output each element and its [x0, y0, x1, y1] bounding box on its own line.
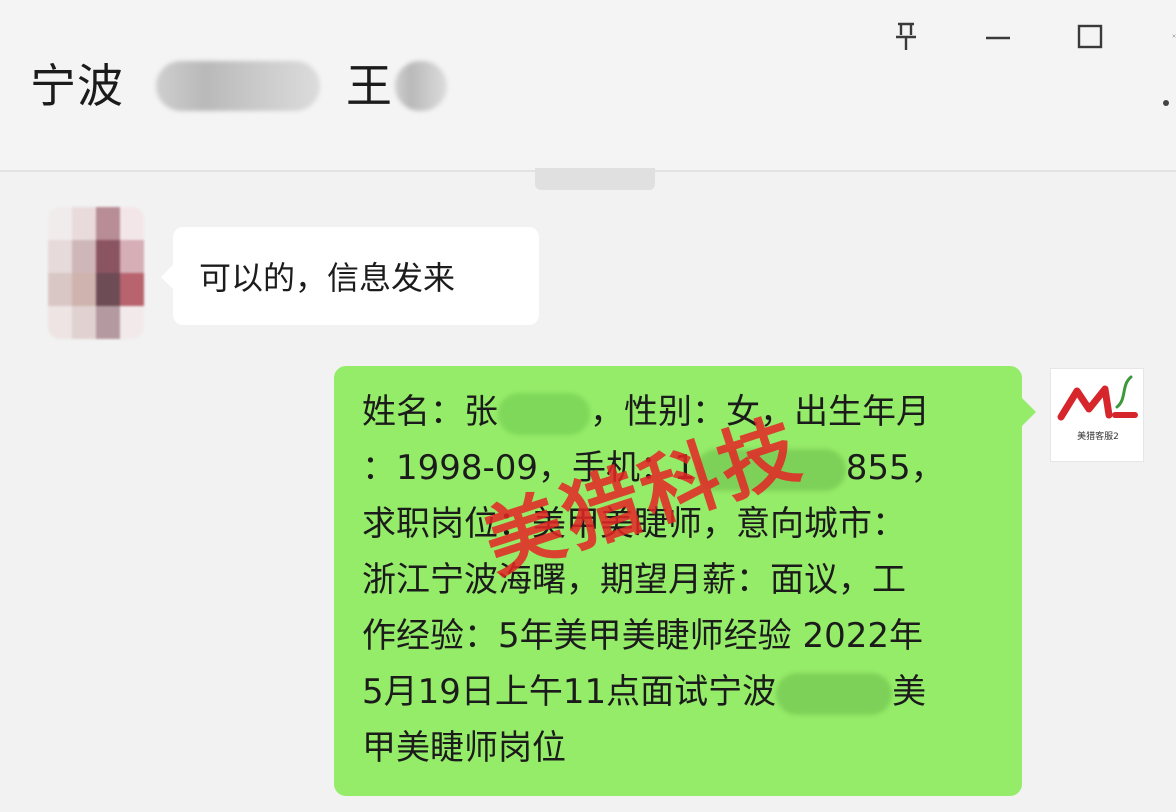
- chat-header: 宁波 王: [0, 0, 1176, 172]
- pin-button[interactable]: [886, 16, 926, 56]
- message-line-4: 浙江宁波海曙，期望月薪：面议，工: [362, 560, 906, 600]
- message-segment: 5月19日上午11点面试宁波: [362, 672, 777, 712]
- message-line-6: 5月19日上午11点面试宁波 美: [362, 664, 994, 720]
- pin-icon: [896, 22, 916, 50]
- message-segment: ，性别：女，出生年月: [590, 392, 930, 432]
- message-segment: ：1998-09，手机：1: [362, 448, 696, 488]
- redacted-phone-block: [695, 448, 846, 491]
- minimize-icon: [986, 36, 1010, 40]
- redacted-company-block: [776, 672, 893, 715]
- maximize-button[interactable]: [1070, 16, 1110, 56]
- close-icon: [1172, 34, 1176, 38]
- more-options-dot[interactable]: [1163, 100, 1169, 106]
- incoming-message-bubble[interactable]: 可以的，信息发来: [161, 227, 539, 325]
- user-avatar[interactable]: 美猎客服2: [1050, 368, 1144, 462]
- redacted-name-block: [156, 61, 320, 111]
- logo-caption: 美猎客服2: [1077, 432, 1119, 442]
- message-line-7: 甲美睫师岗位: [362, 728, 566, 768]
- message-segment: 美: [892, 672, 927, 712]
- close-button[interactable]: [1160, 16, 1176, 56]
- redacted-name-block-2: [395, 61, 447, 111]
- incoming-message-text: 可以的，信息发来: [199, 259, 456, 297]
- message-line-3: 求职岗位：美甲美睫师，意向城市：: [362, 504, 906, 544]
- chat-title-mid: 王: [346, 59, 393, 113]
- outgoing-message-bubble[interactable]: 姓名：张 ，性别：女，出生年月 ：1998-09，手机：1 855， 求职岗位：美甲…: [334, 366, 1036, 796]
- maximize-icon: [1077, 24, 1103, 49]
- message-line-5: 作经验：5年美甲美睫师经验 2022年: [362, 616, 923, 656]
- redacted-name-block: [498, 392, 590, 435]
- chat-title: 宁波 王: [30, 54, 447, 118]
- ml-logo-icon: [1057, 375, 1138, 421]
- message-segment: 姓名：张: [362, 392, 498, 432]
- message-line-1: 姓名：张 ，性别：女，出生年月: [362, 384, 994, 440]
- minimize-button[interactable]: [978, 16, 1018, 56]
- chat-title-prefix: 宁波: [30, 59, 124, 113]
- contact-avatar[interactable]: [48, 207, 144, 339]
- message-line-2: ：1998-09，手机：1 855，: [362, 440, 994, 496]
- timestamp-badge: [535, 168, 655, 190]
- message-segment: 855，: [845, 448, 945, 488]
